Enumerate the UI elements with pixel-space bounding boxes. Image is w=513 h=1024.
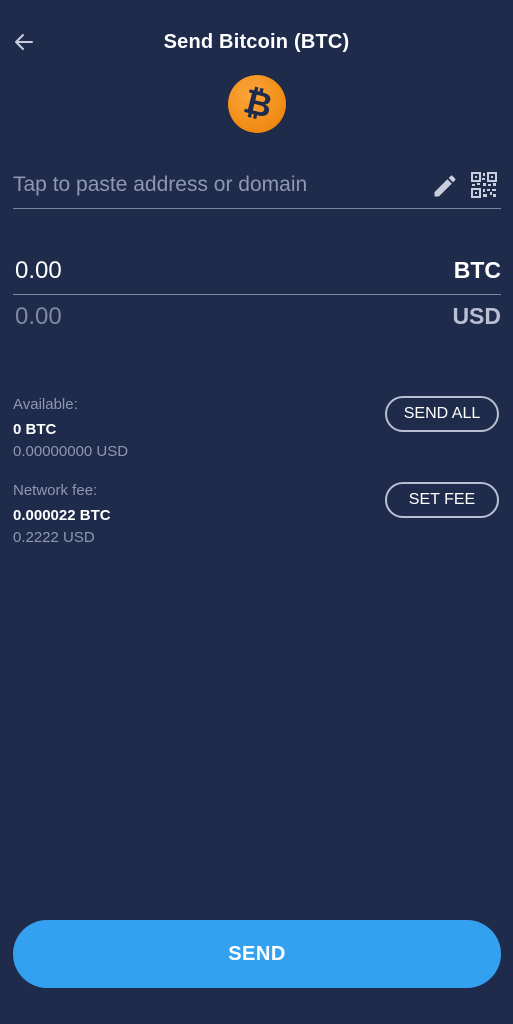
- bitcoin-symbol: ₿: [240, 81, 277, 126]
- network-fee-btc: 0.000022 BTC: [13, 507, 111, 524]
- btc-unit-label: BTC: [453, 257, 501, 283]
- header: Send Bitcoin (BTC): [0, 0, 513, 80]
- pencil-icon: [434, 175, 456, 197]
- page-title: Send Bitcoin (BTC): [163, 31, 350, 53]
- network-fee-label: Network fee:: [13, 482, 98, 499]
- qr-code-icon: [471, 172, 497, 198]
- send-all-button[interactable]: SEND ALL: [385, 396, 499, 432]
- btc-amount-field[interactable]: 0.00 BTC: [13, 246, 501, 295]
- btc-amount-value: 0.00: [15, 257, 62, 284]
- set-fee-button[interactable]: SET FEE: [385, 482, 499, 518]
- address-input[interactable]: [13, 162, 413, 208]
- bitcoin-icon: ₿: [228, 75, 286, 133]
- send-button[interactable]: SEND: [13, 920, 501, 988]
- network-fee-usd: 0.2222 USD: [13, 529, 95, 546]
- address-field: [13, 162, 501, 209]
- usd-amount-field[interactable]: 0.00 USD: [13, 296, 501, 340]
- scan-qr-button[interactable]: [471, 172, 497, 198]
- available-label: Available:: [13, 396, 78, 413]
- usd-amount-value: 0.00: [15, 303, 62, 330]
- edit-address-button[interactable]: [431, 172, 459, 200]
- available-btc: 0 BTC: [13, 421, 57, 438]
- available-usd: 0.00000000 USD: [13, 443, 129, 460]
- usd-unit-label: USD: [452, 303, 501, 329]
